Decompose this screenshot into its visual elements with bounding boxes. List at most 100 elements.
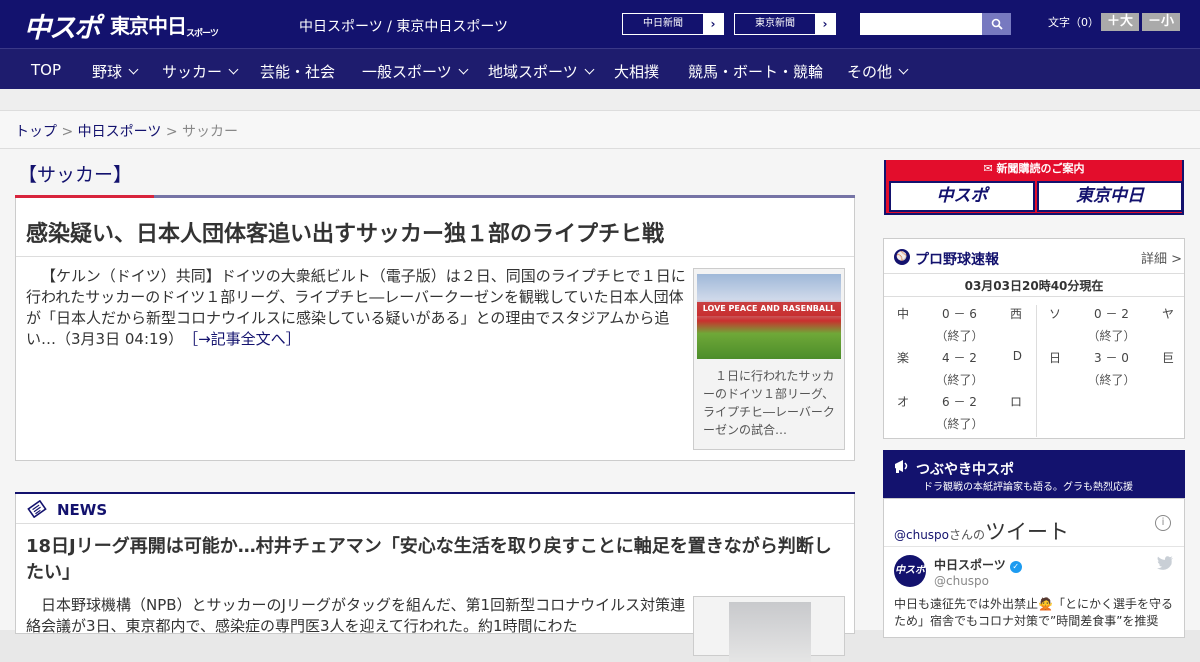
chevron-down-icon xyxy=(898,64,909,75)
avatar[interactable]: 中スポ xyxy=(894,555,926,587)
font-smaller-button[interactable]: －小 xyxy=(1142,13,1180,31)
nav-soccer[interactable]: サッカー xyxy=(162,61,239,82)
breadcrumb-top[interactable]: トップ xyxy=(15,124,57,140)
site-title[interactable]: 中日スポーツ / 東京中日スポーツ xyxy=(299,16,508,36)
nav-top[interactable]: TOP xyxy=(31,61,61,79)
chunichi-shimbun-link[interactable]: 中日新聞 › xyxy=(622,13,724,35)
chevron-down-icon xyxy=(228,64,239,75)
font-bigger-button[interactable]: ＋大 xyxy=(1101,13,1139,31)
nav-other[interactable]: その他 xyxy=(847,61,909,82)
lead-article-title[interactable]: 感染疑い、日本人団体客追い出すサッカー独１部のライプチヒ戦 xyxy=(26,216,664,248)
newspaper-icon: ✉ xyxy=(983,162,997,175)
sub-band xyxy=(0,89,1200,111)
nav-keiba[interactable]: 競馬・ボート・競輪 xyxy=(688,61,823,82)
account-name[interactable]: 中日スポーツ ✓ xyxy=(934,556,1022,573)
chuspo-logo[interactable]: 中スポ xyxy=(24,6,101,44)
game-row[interactable]: オ6 － 2 ロ（終了） xyxy=(897,393,1022,437)
news-section: NEWS 18日Jリーグ再開は可能か…村井チェアマン「安心な生活を取り戻すことに… xyxy=(15,494,855,662)
tweet-timeline-heading: @chuspoさんのツイート xyxy=(894,516,1069,546)
account-handle[interactable]: @chuspo xyxy=(934,574,989,588)
top-header: 中スポ 東京中日スポーツ 中日スポーツ / 東京中日スポーツ 中日新聞 › 東京… xyxy=(0,0,1200,48)
nav-label: 一般スポーツ xyxy=(362,63,452,81)
info-icon[interactable]: i xyxy=(1155,515,1171,531)
tweets-header: つぶやき中スポ ドラ観戦の本紙評論家も語る。グラも熱烈応援 xyxy=(883,450,1185,498)
account-name-text: 中日スポーツ xyxy=(934,558,1006,572)
photo-caption: １日に行われたサッカーのドイツ１部リーグ、ライプチヒ―レーバークーゼンの試合… xyxy=(703,369,835,437)
tweet-timeline: @chuspoさんのツイート i 中スポ 中日スポーツ ✓ @chuspo 中日も… xyxy=(883,498,1185,638)
breadcrumb: トップ > 中日スポーツ > サッカー xyxy=(15,121,238,141)
chevron-down-icon xyxy=(584,64,595,75)
game-status: （終了） xyxy=(1087,329,1136,343)
timeline-handle-suffix: さんの xyxy=(949,528,986,542)
nav-local-sports[interactable]: 地域スポーツ xyxy=(488,61,595,82)
search-button[interactable] xyxy=(982,13,1011,35)
subscription-heading-text: 新聞購読のご案内 xyxy=(996,162,1085,175)
away-team: 西 xyxy=(1009,307,1022,321)
score: 4 － 2 xyxy=(942,351,977,365)
lead-article-text: 【ケルン（ドイツ）共同】ドイツの大衆紙ビルト（電子版）は２日、同国のライプチヒで… xyxy=(26,267,686,348)
newspaper-icon xyxy=(27,500,47,518)
lead-article-body: 【ケルン（ドイツ）共同】ドイツの大衆紙ビルト（電子版）は２日、同国のライプチヒで… xyxy=(26,266,686,350)
news-photo[interactable] xyxy=(729,602,811,662)
tokyo-shimbun-link[interactable]: 東京新聞 › xyxy=(734,13,836,35)
chevron-down-icon xyxy=(128,64,139,75)
lead-photo[interactable]: LOVE PEACE AND RASENBALL xyxy=(697,274,841,359)
read-more-link[interactable]: ［→記事全文へ］ xyxy=(191,330,301,348)
nav-label: サッカー xyxy=(162,63,223,81)
tokyo-logo-text: 東京中日 xyxy=(110,14,187,38)
font-size-label: 文字（0） xyxy=(1048,16,1099,29)
news-photo-box xyxy=(693,596,845,662)
baseball-title: プロ野球速報 xyxy=(915,252,999,268)
game-status: （終了） xyxy=(1087,373,1136,387)
game-row[interactable]: 中0 － 6 西（終了） xyxy=(897,305,1022,349)
tweets-title: つぶやき中スポ xyxy=(916,462,1014,478)
timeline-heading: ツイート xyxy=(985,520,1070,544)
breadcrumb-separator: > xyxy=(165,124,178,140)
news-article-body: 日本野球機構（NPB）とサッカーのJリーグがタッグを組んだ、第1回新型コロナウイ… xyxy=(26,596,686,635)
game-status: （終了） xyxy=(935,329,984,343)
chevron-right-icon: › xyxy=(703,14,723,34)
search-input[interactable] xyxy=(860,13,982,35)
tweets-subtitle: ドラ観戦の本紙評論家も語る。グラも熱烈応援 xyxy=(923,482,1133,493)
timeline-handle-link[interactable]: @chuspo xyxy=(894,528,949,542)
game-row[interactable]: ソ0 － 2 ヤ（終了） xyxy=(1049,305,1174,349)
game-status: （終了） xyxy=(935,417,984,431)
twitter-bird-icon[interactable] xyxy=(1157,556,1173,570)
nav-baseball[interactable]: 野球 xyxy=(92,61,139,82)
game-row[interactable]: 楽4 － 2 D （終了） xyxy=(897,349,1022,393)
chunichi-shimbun-label: 中日新聞 xyxy=(643,18,683,29)
baseball-timestamp: 03月03日20時40分現在 xyxy=(884,275,1184,297)
baseball-scores: ⚾ プロ野球速報 詳細 > 03月03日20時40分現在 中0 － 6 西（終了）… xyxy=(883,238,1185,439)
tokyo-chunichi-logo[interactable]: 東京中日スポーツ xyxy=(110,10,219,39)
subscription-heading: ✉ 新聞購読のご案内 xyxy=(886,160,1182,178)
lead-photo-box: LOVE PEACE AND RASENBALL １日に行われたサッカーのドイツ… xyxy=(693,268,845,450)
away-team: ロ xyxy=(1009,395,1022,409)
news-label: NEWS xyxy=(57,501,108,519)
subscription-banner[interactable]: ✉ 新聞購読のご案内 中スポ 東京中日 xyxy=(884,160,1184,215)
baseball-column-left: 中0 － 6 西（終了） 楽4 － 2 D （終了） オ6 － 2 ロ（終了） xyxy=(897,305,1022,437)
score: 0 － 2 xyxy=(1094,307,1129,321)
game-row[interactable]: 日3 － 0 巨（終了） xyxy=(1049,349,1174,393)
search-icon xyxy=(991,18,1003,30)
breadcrumb-chuspo[interactable]: 中日スポーツ xyxy=(78,124,162,140)
verified-badge-icon: ✓ xyxy=(1009,561,1022,573)
tokyo-subscribe-logo[interactable]: 東京中日 xyxy=(1037,181,1183,212)
nav-sumo[interactable]: 大相撲 xyxy=(614,61,659,82)
news-article-title[interactable]: 18日Jリーグ再開は可能か…村井チェアマン「安心な生活を取り戻すことに軸足を置き… xyxy=(26,534,846,586)
baseball-details-link[interactable]: 詳細 > xyxy=(1141,248,1182,267)
category-title: 【サッカー】 xyxy=(18,164,133,186)
lead-article-header: 感染疑い、日本人団体客追い出すサッカー独１部のライプチヒ戦 xyxy=(16,198,854,257)
breadcrumb-current: サッカー xyxy=(182,124,239,140)
nav-label: 大相撲 xyxy=(614,63,660,81)
score: 3 － 0 xyxy=(1094,351,1129,365)
away-team: D xyxy=(1012,349,1022,363)
nav-general-sports[interactable]: 一般スポーツ xyxy=(362,61,469,82)
tweet-text[interactable]: 中日も遠征先では外出禁止🙅「とにかく選手を守るため」宿舎でもコロナ対策で”時間差… xyxy=(894,596,1176,630)
photo-banner-text: LOVE PEACE AND RASENBALL xyxy=(697,302,841,316)
lead-article: 感染疑い、日本人団体客追い出すサッカー独１部のライプチヒ戦 【ケルン（ドイツ）共… xyxy=(15,198,855,461)
chevron-right-icon: › xyxy=(815,14,835,34)
nav-entertainment[interactable]: 芸能・社会 xyxy=(260,61,335,82)
nav-label: 芸能・社会 xyxy=(260,63,336,81)
chuspo-subscribe-logo[interactable]: 中スポ xyxy=(889,181,1035,212)
score: 0 － 6 xyxy=(942,307,977,321)
